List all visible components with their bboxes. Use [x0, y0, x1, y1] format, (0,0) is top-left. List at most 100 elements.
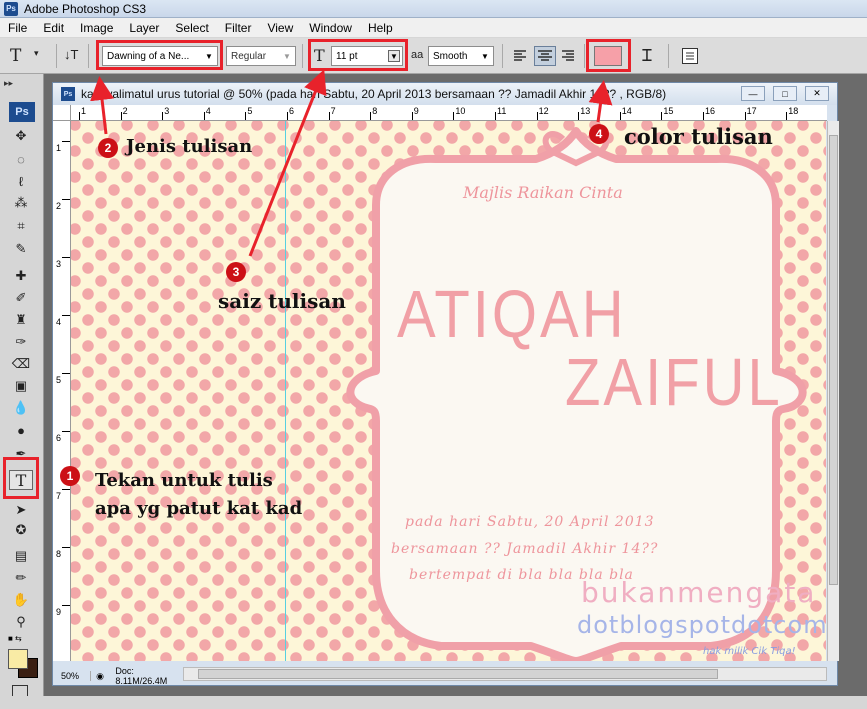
watermark-subtitle: dotblogspotdotcom: [577, 611, 826, 639]
text-orientation-icon[interactable]: ↓T: [64, 47, 78, 62]
options-bar: T ▾ ↓T Dawning of a Ne... ▼ Regular ▼ T …: [0, 38, 867, 74]
zoom-tool-icon[interactable]: ⚲: [9, 612, 33, 632]
zoom-level[interactable]: 50%: [53, 671, 91, 681]
ruler-top-tick: [495, 112, 496, 120]
ruler-left-tick: [62, 547, 70, 548]
ruler-left-label: 5: [56, 375, 62, 385]
chevron-down-icon: ▼: [283, 51, 291, 61]
ruler-top-tick: [661, 112, 663, 120]
app-title-bar: Ps Adobe Photoshop CS3: [0, 0, 867, 18]
ruler-left-label: 7: [56, 491, 62, 501]
menu-filter[interactable]: Filter: [217, 21, 260, 35]
healing-brush-tool-icon[interactable]: ✚: [9, 266, 33, 286]
move-tool-icon[interactable]: ✥: [9, 126, 33, 146]
tool-preset-icon[interactable]: T: [10, 46, 21, 66]
dodge-tool-icon[interactable]: ●: [9, 420, 33, 440]
eyedropper-tool-icon[interactable]: ✏: [9, 568, 33, 588]
photoshop-logo-icon: Ps: [4, 1, 18, 16]
slice-tool-icon[interactable]: ✎: [9, 239, 33, 259]
ruler-top-tick: [120, 112, 122, 120]
default-colors-icon[interactable]: ■ ⇆: [8, 634, 22, 643]
align-left-button[interactable]: [512, 48, 528, 64]
menu-bar: File Edit Image Layer Select Filter View…: [0, 18, 867, 38]
menu-select[interactable]: Select: [167, 21, 216, 35]
menu-help[interactable]: Help: [360, 21, 401, 35]
gradient-tool-icon[interactable]: ▣: [9, 376, 33, 396]
notes-tool-icon[interactable]: ▤: [9, 546, 33, 566]
annotation-badge-4: 4: [589, 124, 609, 144]
vertical-scrollbar[interactable]: [827, 121, 839, 661]
ruler-top-tick: [79, 112, 80, 120]
menu-image[interactable]: Image: [72, 21, 121, 35]
horizontal-scrollbar[interactable]: [183, 667, 827, 681]
ruler-top-label: 5: [247, 106, 253, 116]
highlight-font-size: [308, 39, 408, 71]
ruler-top-tick: [370, 112, 372, 120]
ruler-top-tick: [453, 112, 455, 120]
menu-window[interactable]: Window: [301, 21, 360, 35]
character-panel-button[interactable]: [682, 48, 698, 64]
eraser-tool-icon[interactable]: ⌫: [9, 354, 33, 374]
clone-stamp-tool-icon[interactable]: ♜: [9, 310, 33, 330]
status-menu-icon[interactable]: ◉: [91, 671, 110, 682]
hand-tool-icon[interactable]: ✋: [9, 590, 33, 610]
menu-file[interactable]: File: [0, 21, 35, 35]
ruler-left-tick: [62, 431, 70, 432]
menu-layer[interactable]: Layer: [121, 21, 167, 35]
brush-tool-icon[interactable]: ✐: [9, 288, 33, 308]
ruler-top-label: 1: [81, 106, 87, 116]
ruler-origin[interactable]: [53, 105, 71, 121]
minimize-button[interactable]: —: [741, 86, 765, 101]
ruler-left-label: 2: [56, 201, 62, 211]
ruler-top-label: 2: [122, 106, 128, 116]
font-style-select[interactable]: Regular ▼: [226, 46, 296, 66]
ruler-top-tick: [203, 112, 205, 120]
path-selection-tool-icon[interactable]: ➤: [9, 500, 33, 520]
highlight-text-color: [586, 39, 631, 72]
ruler-top-label: 7: [330, 106, 336, 116]
document-window: Ps kad walimatul urus tutorial @ 50% (pa…: [52, 82, 839, 686]
crop-tool-icon[interactable]: ⌗: [9, 216, 33, 236]
canvas[interactable]: Majlis Raikan Cinta ATIQAH ZAIFUL pada h…: [71, 121, 826, 661]
lasso-tool-icon[interactable]: ℓ: [9, 171, 33, 191]
chevron-down-icon: ▼: [481, 51, 489, 61]
ruler-left-tick: [62, 489, 70, 490]
card-line-1: pada hari Sabtu, 20 April 2013: [405, 514, 655, 530]
ruler-top-label: 18: [788, 106, 799, 116]
close-button[interactable]: ✕: [805, 86, 829, 101]
photoshop-logo-icon: Ps: [9, 102, 35, 122]
ruler-top-tick: [328, 112, 330, 120]
document-title-bar: Ps kad walimatul urus tutorial @ 50% (pa…: [53, 83, 837, 105]
marquee-tool-icon[interactable]: ◌: [9, 149, 33, 169]
collapse-panel-icon[interactable]: ▸▸: [4, 78, 13, 89]
ruler-top-tick: [619, 112, 621, 120]
antialias-select[interactable]: Smooth ▼: [428, 46, 494, 66]
menu-view[interactable]: View: [259, 21, 301, 35]
magic-wand-tool-icon[interactable]: ⁂: [9, 193, 33, 213]
ruler-top-tick: [245, 112, 247, 120]
shape-tool-icon[interactable]: ✪: [9, 520, 33, 540]
ruler-top-label: 3: [164, 106, 170, 116]
status-bar: 50% ◉ Doc: 8.11M/26.4M: [53, 666, 183, 686]
history-brush-tool-icon[interactable]: ✑: [9, 332, 33, 352]
ruler-left-tick: [62, 315, 70, 316]
warp-text-icon[interactable]: Ꮖ: [642, 46, 653, 66]
ruler-top-label: 17: [746, 106, 757, 116]
ruler-left-tick: [62, 199, 70, 200]
ruler-top-tick: [536, 112, 538, 120]
menu-edit[interactable]: Edit: [35, 21, 72, 35]
ruler-top-tick: [578, 112, 580, 120]
foreground-color-swatch[interactable]: [8, 649, 28, 669]
ruler-top-label: 9: [413, 106, 419, 116]
align-center-button[interactable]: [534, 46, 556, 66]
maximize-button[interactable]: □: [773, 86, 797, 101]
document-title: kad walimatul urus tutorial @ 50% (pada …: [81, 87, 667, 101]
annotation-badge-3: 3: [226, 262, 246, 282]
blur-tool-icon[interactable]: 💧: [9, 398, 33, 418]
align-right-button[interactable]: [560, 48, 576, 64]
card-name-2: ZAIFUL: [565, 345, 783, 420]
annotation-badge-1: 1: [60, 466, 80, 486]
document-icon: Ps: [61, 87, 75, 101]
preset-dropdown-icon[interactable]: ▾: [34, 48, 39, 59]
watermark-title: bukanmengata: [581, 576, 817, 609]
